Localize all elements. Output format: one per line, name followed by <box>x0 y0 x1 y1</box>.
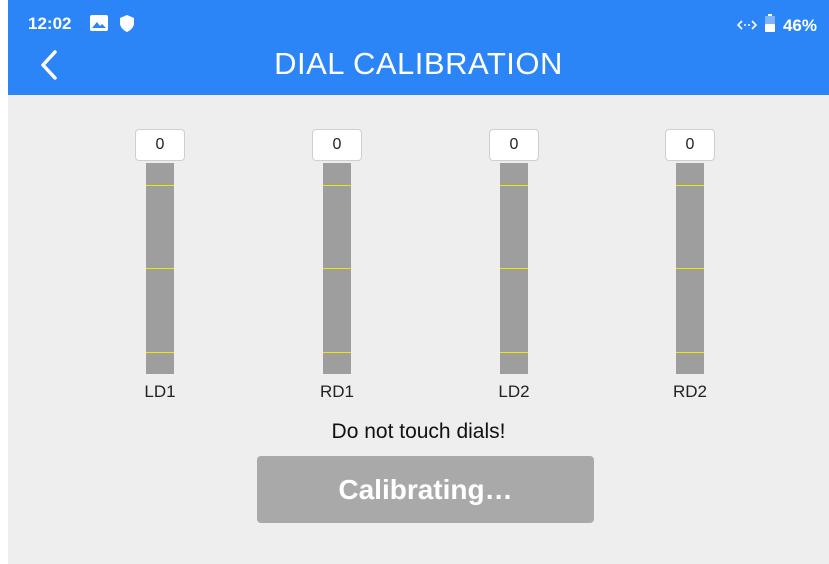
tick-mark <box>146 185 174 186</box>
status-right: 46% <box>736 14 817 37</box>
tick-mark <box>146 352 174 353</box>
dial-bar <box>146 163 174 374</box>
data-transfer-icon <box>736 16 758 36</box>
battery-icon <box>764 14 775 37</box>
shield-icon <box>120 15 134 37</box>
warning-message: Do not touch dials! <box>331 420 506 443</box>
tick-mark <box>323 268 351 269</box>
image-icon <box>90 15 108 36</box>
page-title: DIAL CALIBRATION <box>274 46 563 81</box>
screen: 12:02 46% DIAL CALIBRATION 0 LD1 0 RD1 0… <box>8 0 829 564</box>
dial-value: 0 <box>489 129 539 161</box>
dial-label: RD2 <box>672 382 707 401</box>
dial-value: 0 <box>665 129 715 161</box>
dial-label: LD1 <box>144 382 176 401</box>
battery-percent: 46% <box>782 15 817 35</box>
header-bar: 12:02 46% DIAL CALIBRATION <box>8 0 829 95</box>
dial-bar <box>676 163 704 374</box>
dial-value: 0 <box>312 129 362 161</box>
tick-mark <box>676 352 704 353</box>
status-time: 12:02 <box>28 14 72 33</box>
tick-mark <box>146 268 174 269</box>
dial-value: 0 <box>135 129 185 161</box>
dial-label: LD2 <box>498 382 530 401</box>
tick-mark <box>500 352 528 353</box>
calibrating-button[interactable]: Calibrating… <box>257 456 594 523</box>
tick-mark <box>323 352 351 353</box>
dial-bar <box>323 163 351 374</box>
tick-mark <box>500 268 528 269</box>
tick-mark <box>676 185 704 186</box>
tick-mark <box>676 268 704 269</box>
dial-bar <box>500 163 528 374</box>
tick-mark <box>500 185 528 186</box>
dial-label: RD1 <box>319 382 354 401</box>
tick-mark <box>323 185 351 186</box>
